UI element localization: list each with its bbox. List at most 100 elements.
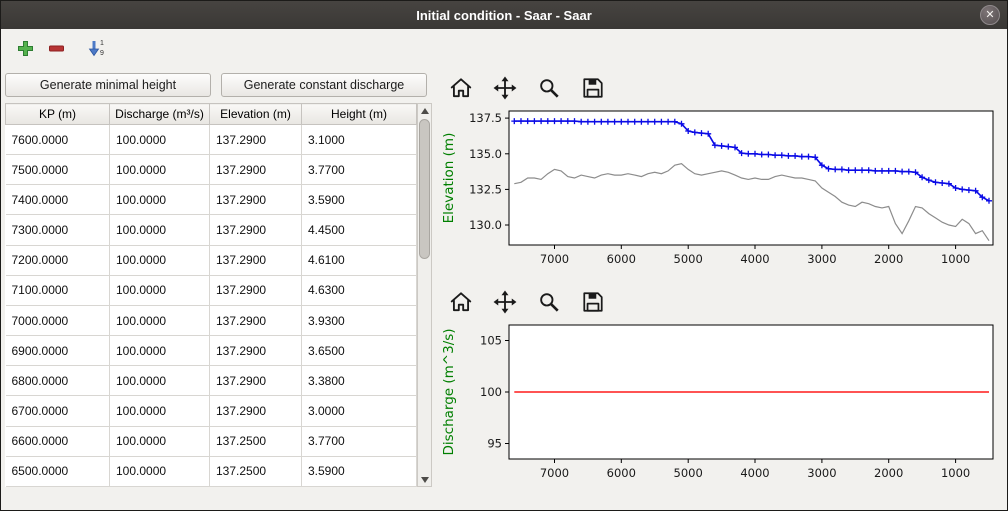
initial-condition-table: KP (m)Discharge (m³/s)Elevation (m)Heigh… [5,103,417,487]
table-cell[interactable]: 100.0000 [110,245,210,275]
table-cell[interactable]: 6900.0000 [6,336,110,366]
column-header[interactable]: Height (m) [302,104,417,125]
table-cell[interactable]: 100.0000 [110,125,210,155]
table-cell[interactable]: 4.4500 [302,215,417,245]
table-cell[interactable]: 6800.0000 [6,366,110,396]
table-cell[interactable]: 100.0000 [110,336,210,366]
table-cell[interactable]: 137.2900 [210,396,302,426]
discharge-chart[interactable]: 700060005000400030002000100095100105Disc… [439,319,1003,497]
table-cell[interactable]: 100.0000 [110,305,210,335]
table-cell[interactable]: 3.1000 [302,125,417,155]
scrollbar-thumb[interactable] [419,119,430,259]
table-cell[interactable]: 100.0000 [110,275,210,305]
table-cell[interactable]: 3.0000 [302,396,417,426]
table-cell[interactable]: 137.2900 [210,305,302,335]
table-cell[interactable]: 4.6100 [302,245,417,275]
close-icon[interactable]: ✕ [980,5,1000,25]
table-cell[interactable]: 137.2900 [210,155,302,185]
table-cell[interactable]: 137.2900 [210,275,302,305]
table-cell[interactable]: 7400.0000 [6,185,110,215]
add-row-button[interactable] [17,40,34,57]
table-cell[interactable]: 137.2900 [210,185,302,215]
column-header[interactable]: Discharge (m³/s) [110,104,210,125]
table-row[interactable]: 7500.0000100.0000137.29003.7700 [6,155,417,185]
table-cell[interactable]: 100.0000 [110,185,210,215]
table-cell[interactable]: 6500.0000 [6,456,110,486]
table-cell[interactable]: 4.6300 [302,275,417,305]
table-cell[interactable]: 137.2900 [210,336,302,366]
table-cell[interactable]: 137.2900 [210,125,302,155]
pan-icon[interactable] [493,76,517,100]
table-cell[interactable]: 100.0000 [110,366,210,396]
pan-icon[interactable] [493,290,517,314]
table-cell[interactable]: 7600.0000 [6,125,110,155]
table-row[interactable]: 7000.0000100.0000137.29003.9300 [6,305,417,335]
table-cell[interactable]: 137.2500 [210,456,302,486]
table-row[interactable]: 6900.0000100.0000137.29003.6500 [6,336,417,366]
table-cell[interactable]: 3.7700 [302,426,417,456]
zoom-icon[interactable] [537,290,561,314]
sort-numeric-icon: 1 9 [87,38,108,58]
svg-text:100: 100 [480,385,502,399]
title-bar[interactable]: Initial condition - Saar - Saar ✕ [1,1,1007,29]
table-row[interactable]: 7200.0000100.0000137.29004.6100 [6,245,417,275]
table-row[interactable]: 6600.0000100.0000137.25003.7700 [6,426,417,456]
svg-text:4000: 4000 [740,466,769,480]
table-cell[interactable]: 3.3800 [302,366,417,396]
sort-rows-button[interactable]: 1 9 [87,38,108,58]
table-cell[interactable]: 3.7700 [302,155,417,185]
svg-text:3000: 3000 [807,252,836,266]
save-icon[interactable] [581,290,605,314]
table-cell[interactable]: 7000.0000 [6,305,110,335]
table-row[interactable]: 7100.0000100.0000137.29004.6300 [6,275,417,305]
remove-row-button[interactable] [48,40,65,57]
table-cell[interactable]: 7300.0000 [6,215,110,245]
generate-constant-discharge-button[interactable]: Generate constant discharge [221,73,427,97]
table-cell[interactable]: 100.0000 [110,396,210,426]
table-cell[interactable]: 100.0000 [110,215,210,245]
table-scrollbar[interactable] [417,103,432,487]
discharge-plot-toolbar [449,289,1003,315]
table-cell[interactable]: 3.6500 [302,336,417,366]
table-cell[interactable]: 137.2500 [210,426,302,456]
home-icon[interactable] [449,290,473,314]
table-cell[interactable]: 137.2900 [210,245,302,275]
minus-icon [48,40,65,57]
elevation-chart[interactable]: 7000600050004000300020001000130.0132.513… [439,105,1003,283]
table-cell[interactable]: 6600.0000 [6,426,110,456]
table-cell[interactable]: 7500.0000 [6,155,110,185]
table-row[interactable]: 6500.0000100.0000137.25003.5900 [6,456,417,486]
table-cell[interactable]: 3.9300 [302,305,417,335]
table-row[interactable]: 6800.0000100.0000137.29003.3800 [6,366,417,396]
table-cell[interactable]: 100.0000 [110,456,210,486]
scroll-up-icon[interactable] [418,104,431,117]
discharge-chart-block: 700060005000400030002000100095100105Disc… [439,289,1003,497]
zoom-icon[interactable] [537,76,561,100]
table-cell[interactable]: 3.5900 [302,185,417,215]
table-row[interactable]: 7600.0000100.0000137.29003.1000 [6,125,417,155]
table-cell[interactable]: 137.2900 [210,366,302,396]
right-panel: 7000600050004000300020001000130.0132.513… [433,67,1007,511]
home-icon[interactable] [449,76,473,100]
table-cell[interactable]: 100.0000 [110,426,210,456]
generate-minimal-height-button[interactable]: Generate minimal height [5,73,211,97]
table-row[interactable]: 7400.0000100.0000137.29003.5900 [6,185,417,215]
table-cell[interactable]: 100.0000 [110,155,210,185]
table-cell[interactable]: 7100.0000 [6,275,110,305]
column-header[interactable]: KP (m) [6,104,110,125]
table-body: 7600.0000100.0000137.29003.10007500.0000… [6,125,417,487]
svg-text:132.5: 132.5 [469,182,502,196]
app-window: Initial condition - Saar - Saar ✕ 1 9 [0,0,1008,511]
save-icon[interactable] [581,76,605,100]
scroll-down-icon[interactable] [418,473,431,486]
table-row[interactable]: 7300.0000100.0000137.29004.4500 [6,215,417,245]
generate-buttons-row: Generate minimal height Generate constan… [5,73,427,97]
table-cell[interactable]: 7200.0000 [6,245,110,275]
column-header[interactable]: Elevation (m) [210,104,302,125]
svg-text:4000: 4000 [740,252,769,266]
table-row[interactable]: 6700.0000100.0000137.29003.0000 [6,396,417,426]
table-cell[interactable]: 3.5900 [302,456,417,486]
table-cell[interactable]: 137.2900 [210,215,302,245]
svg-text:Elevation (m): Elevation (m) [441,133,457,224]
table-cell[interactable]: 6700.0000 [6,396,110,426]
